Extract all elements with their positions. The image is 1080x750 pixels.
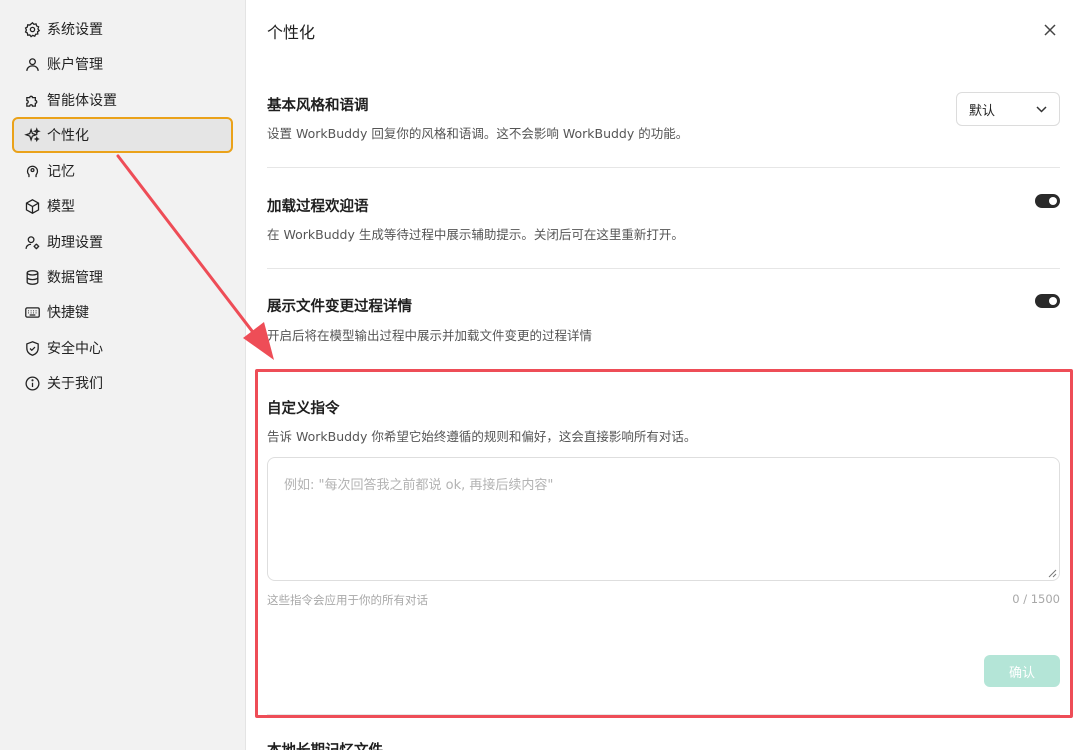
- sidebar-item-label: 数据管理: [47, 270, 103, 286]
- loading-section-title: 加载过程欢迎语: [267, 199, 369, 215]
- file-section-title: 展示文件变更过程详情: [267, 299, 412, 315]
- sidebar-item-label: 记忆: [47, 164, 75, 180]
- highlight-annotation-box: [255, 369, 1073, 718]
- info-icon: [24, 375, 41, 392]
- loading-section-desc: 在 WorkBuddy 生成等待过程中展示辅助提示。关闭后可在这里重新打开。: [267, 227, 684, 242]
- divider: [267, 268, 1060, 269]
- sidebar-item-assistant-settings[interactable]: 助理设置: [12, 224, 233, 260]
- shield-icon: [24, 340, 41, 357]
- file-details-toggle[interactable]: [1035, 294, 1060, 308]
- sparkle-icon: [24, 126, 41, 144]
- close-button[interactable]: [1040, 20, 1060, 40]
- close-icon: [1044, 24, 1056, 36]
- sidebar-item-system-settings[interactable]: 系统设置: [12, 11, 233, 47]
- sidebar-item-account[interactable]: 账户管理: [12, 46, 233, 82]
- user-icon: [24, 56, 41, 73]
- file-section-desc: 开启后将在模型输出过程中展示并加载文件变更的过程详情: [267, 328, 593, 343]
- chevron-down-icon: [1036, 102, 1047, 117]
- database-icon: [24, 269, 41, 286]
- loading-welcome-toggle[interactable]: [1035, 194, 1060, 208]
- sidebar-item-label: 系统设置: [47, 22, 103, 38]
- sidebar-item-memory[interactable]: 记忆: [12, 153, 233, 189]
- style-select[interactable]: 默认: [956, 92, 1060, 126]
- sidebar-item-shortcuts[interactable]: 快捷键: [12, 294, 233, 330]
- sidebar-item-label: 关于我们: [47, 376, 103, 392]
- memory-file-section-title: 本地长期记忆文件: [267, 739, 383, 750]
- keyboard-icon: [24, 304, 41, 321]
- sidebar-item-label: 账户管理: [47, 57, 103, 73]
- sidebar-item-label: 个性化: [47, 128, 89, 144]
- sidebar-item-label: 快捷键: [47, 305, 89, 321]
- cube-icon: [24, 198, 41, 215]
- style-section-title: 基本风格和语调: [267, 98, 369, 114]
- sidebar-item-security-center[interactable]: 安全中心: [12, 330, 233, 366]
- gear-icon: [24, 21, 41, 38]
- page-title: 个性化: [267, 23, 316, 42]
- sidebar-item-data-management[interactable]: 数据管理: [12, 259, 233, 295]
- sidebar-item-label: 模型: [47, 199, 75, 215]
- style-section-desc: 设置 WorkBuddy 回复你的风格和语调。这不会影响 WorkBuddy 的…: [267, 126, 689, 141]
- sidebar-item-about-us[interactable]: 关于我们: [12, 365, 233, 401]
- sidebar-item-label: 助理设置: [47, 235, 103, 251]
- brain-icon: [24, 163, 41, 180]
- sidebar: 系统设置 账户管理 智能体设置 个性化 记忆 模型 助理设置 数据管理 快捷键 …: [0, 0, 246, 750]
- sidebar-item-personalization[interactable]: 个性化: [12, 117, 233, 153]
- settings-main-panel: 个性化 基本风格和语调 设置 WorkBuddy 回复你的风格和语调。这不会影响…: [246, 0, 1080, 750]
- sidebar-item-agent-settings[interactable]: 智能体设置: [12, 82, 233, 118]
- sidebar-item-label: 安全中心: [47, 341, 103, 357]
- sidebar-item-model[interactable]: 模型: [12, 188, 233, 224]
- divider: [267, 167, 1060, 168]
- puzzle-icon: [24, 92, 41, 109]
- style-select-value: 默认: [969, 103, 996, 119]
- user-gear-icon: [24, 234, 41, 251]
- sidebar-item-label: 智能体设置: [47, 93, 117, 109]
